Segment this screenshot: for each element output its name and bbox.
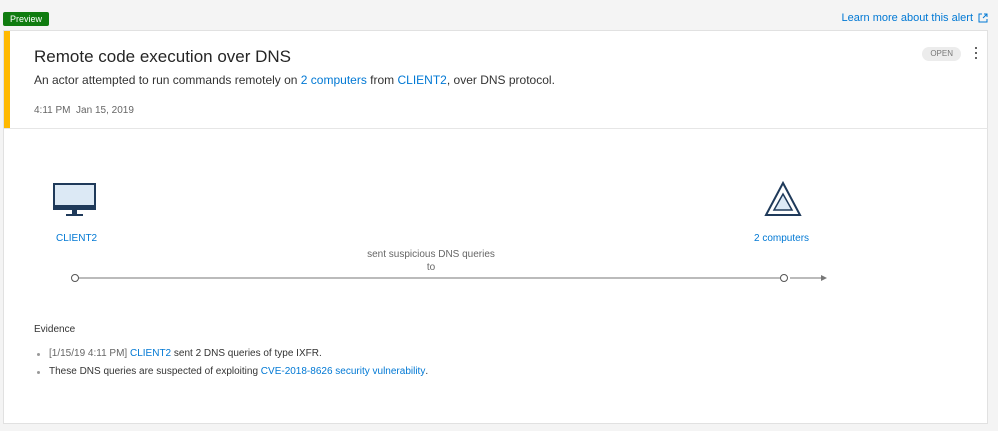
alert-description: An actor attempted to run commands remot… bbox=[34, 73, 555, 87]
triangle-group-icon bbox=[764, 181, 802, 216]
evidence-prefix: These DNS queries are suspected of explo… bbox=[49, 366, 261, 377]
evidence-prefix: [1/15/19 4:11 PM] bbox=[49, 348, 130, 359]
learn-more-link[interactable]: Learn more about this alert bbox=[842, 12, 988, 24]
target-node-label[interactable]: 2 computers bbox=[754, 233, 809, 244]
bullet-icon bbox=[37, 352, 40, 356]
arrow-head-icon bbox=[821, 275, 827, 281]
target-node-dot bbox=[780, 274, 788, 282]
desc-suffix: , over DNS protocol. bbox=[446, 73, 555, 87]
external-link-icon bbox=[978, 13, 988, 23]
alert-details-card: CLIENT2 2 computers sent suspicious DNS … bbox=[3, 129, 988, 424]
severity-accent-bar bbox=[4, 31, 10, 128]
alert-timestamp: 4:11 PM Jan 15, 2019 bbox=[34, 105, 134, 116]
more-options-icon[interactable] bbox=[973, 45, 979, 61]
monitor-icon bbox=[53, 183, 96, 216]
evidence-suffix: . bbox=[425, 366, 429, 377]
edge-label-line1: sent suspicious DNS queries bbox=[367, 249, 495, 260]
source-node-label[interactable]: CLIENT2 bbox=[56, 233, 97, 244]
evidence-item: [1/15/19 4:11 PM] CLIENT2 sent 2 DNS que… bbox=[37, 345, 428, 363]
evidence-item: These DNS queries are suspected of explo… bbox=[37, 363, 428, 381]
desc-mid: from bbox=[366, 73, 398, 87]
alert-title: Remote code execution over DNS bbox=[34, 47, 292, 66]
source-client-link[interactable]: CLIENT2 bbox=[398, 73, 447, 87]
cve-link[interactable]: CVE-2018-8626 security vulnerability bbox=[261, 363, 426, 381]
preview-badge: Preview bbox=[3, 12, 50, 26]
bullet-icon bbox=[37, 370, 40, 374]
evidence-title: Evidence bbox=[34, 324, 76, 335]
learn-more-label: Learn more about this alert bbox=[841, 12, 973, 24]
status-badge: OPEN bbox=[922, 47, 961, 61]
connection-line bbox=[71, 274, 827, 282]
alert-header-card: Remote code execution over DNS An actor … bbox=[3, 30, 988, 129]
evidence-list: [1/15/19 4:11 PM] CLIENT2 sent 2 DNS que… bbox=[37, 345, 428, 381]
evidence-client-link[interactable]: CLIENT2 bbox=[130, 345, 171, 363]
desc-prefix: An actor attempted to run commands remot… bbox=[34, 73, 301, 87]
source-node-dot bbox=[71, 274, 79, 282]
target-computers-link[interactable]: 2 computers bbox=[301, 73, 367, 87]
evidence-suffix: sent 2 DNS queries of type IXFR. bbox=[171, 348, 322, 359]
